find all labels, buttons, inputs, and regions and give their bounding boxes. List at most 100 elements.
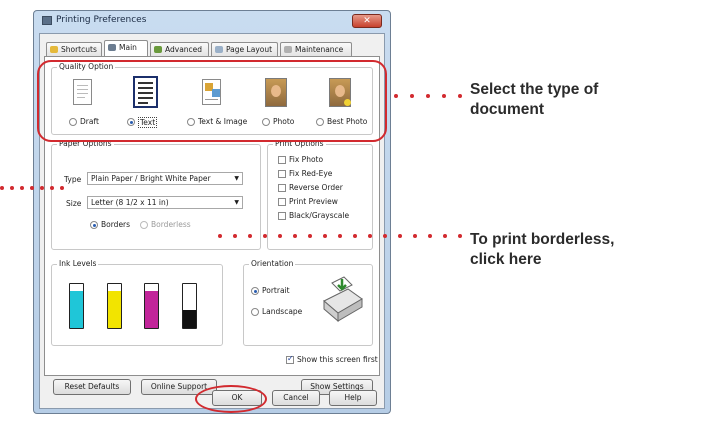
tab-label: Shortcuts <box>61 45 97 54</box>
leader-dot <box>426 94 430 98</box>
leader-dot <box>233 234 237 238</box>
leader-dot <box>278 234 282 238</box>
printer-icon <box>108 44 116 51</box>
ink-level-fill <box>108 290 121 328</box>
leader-dot <box>323 234 327 238</box>
tab-label: Page Layout <box>226 45 273 54</box>
leader-dot <box>263 234 267 238</box>
paper-type-value: Plain Paper / Bright White Paper <box>91 174 211 183</box>
borderless-label: Borderless <box>151 220 191 229</box>
borders-radio[interactable] <box>90 221 98 229</box>
tab-maintenance[interactable]: Maintenance <box>280 42 352 56</box>
annotation-line: To print borderless, <box>470 231 615 248</box>
cancel-button[interactable]: Cancel <box>272 390 320 406</box>
leader-dot <box>248 234 252 238</box>
leader-dot <box>353 234 357 238</box>
size-label: Size <box>66 199 82 208</box>
reverse-order-checkbox[interactable] <box>278 184 286 192</box>
annotation-line: Select the type of <box>470 81 599 98</box>
annotation-line: document <box>470 101 545 118</box>
show-screen-first-checkbox[interactable] <box>286 354 294 364</box>
help-button[interactable]: Help <box>329 390 377 406</box>
leader-dot <box>398 234 402 238</box>
leader-dot <box>10 186 14 190</box>
print-preview-label: Print Preview <box>289 197 338 206</box>
ink-level-fill <box>145 290 158 328</box>
borderless-radio[interactable] <box>140 221 148 229</box>
paper-options-group: Paper Options Type Plain Paper / Bright … <box>51 139 261 250</box>
black-ink-cartridge <box>182 283 197 329</box>
leader-dot <box>60 186 64 190</box>
window-title: Printing Preferences <box>56 15 147 25</box>
leader-dot <box>20 186 24 190</box>
landscape-label: Landscape <box>262 307 303 316</box>
borders-label: Borders <box>101 220 131 229</box>
leader-dot <box>458 94 462 98</box>
leader-dot <box>293 234 297 238</box>
tab-advanced[interactable]: Advanced <box>150 42 209 56</box>
leader-dot <box>383 234 387 238</box>
tab-label: Advanced <box>165 45 203 54</box>
yellow-ink-cartridge <box>107 283 122 329</box>
fix-photo-checkbox[interactable] <box>278 156 286 164</box>
orientation-group: Orientation Portrait Landscape <box>243 259 373 346</box>
chevron-down-icon: ▼ <box>234 175 239 182</box>
leader-dot <box>50 186 54 190</box>
group-label: Ink Levels <box>57 259 99 268</box>
black-grayscale-checkbox[interactable] <box>278 212 286 220</box>
ink-level-fill <box>183 310 196 328</box>
tab-label: Main <box>119 43 137 52</box>
leader-dot <box>413 234 417 238</box>
leader-dot <box>368 234 372 238</box>
close-button[interactable]: ✕ <box>352 14 382 28</box>
leader-dot <box>394 94 398 98</box>
group-label: Orientation <box>249 259 296 268</box>
black-grayscale-label: Black/Grayscale <box>289 211 350 220</box>
leader-dot <box>30 186 34 190</box>
printer-icon <box>42 16 52 25</box>
leader-dot <box>308 234 312 238</box>
leader-dot <box>40 186 44 190</box>
leader-dot <box>0 186 4 190</box>
leader-dot <box>218 234 222 238</box>
fix-red-eye-label: Fix Red-Eye <box>289 169 333 178</box>
tab-main[interactable]: Main <box>104 40 148 57</box>
print-preview-checkbox[interactable] <box>278 198 286 206</box>
reset-defaults-button[interactable]: Reset Defaults <box>53 379 131 395</box>
leader-dot <box>410 94 414 98</box>
leader-dot <box>338 234 342 238</box>
landscape-radio[interactable] <box>251 308 259 316</box>
paper-size-select[interactable]: Letter (8 1/2 x 11 in) ▼ <box>87 196 243 209</box>
page-layout-icon <box>215 46 223 53</box>
ink-level-fill <box>70 290 83 328</box>
leader-dot <box>428 234 432 238</box>
tab-label: Maintenance <box>295 45 344 54</box>
printer-orientation-icon <box>323 276 363 323</box>
ink-levels-group: Ink Levels <box>51 259 223 346</box>
annotation-line: click here <box>470 251 542 268</box>
magenta-ink-cartridge <box>144 283 159 329</box>
advanced-icon <box>154 46 162 53</box>
leader-dot <box>443 234 447 238</box>
leader-dot <box>458 234 462 238</box>
maintenance-icon <box>284 46 292 53</box>
paper-size-value: Letter (8 1/2 x 11 in) <box>91 198 169 207</box>
type-label: Type <box>64 175 82 184</box>
reverse-order-label: Reverse Order <box>289 183 343 192</box>
cyan-ink-cartridge <box>69 283 84 329</box>
tab-page-layout[interactable]: Page Layout <box>211 42 278 56</box>
star-icon <box>50 46 58 53</box>
title-bar: Printing Preferences ✕ <box>34 11 390 31</box>
show-screen-first-label: Show this screen first <box>297 355 378 364</box>
borderless-annotation: To print borderless, click here <box>470 230 614 270</box>
portrait-radio[interactable] <box>251 287 259 295</box>
paper-type-select[interactable]: Plain Paper / Bright White Paper ▼ <box>87 172 243 185</box>
print-options-group: Print Options Fix Photo Fix Red-Eye Reve… <box>267 139 373 250</box>
leader-dot <box>442 94 446 98</box>
fix-red-eye-checkbox[interactable] <box>278 170 286 178</box>
chevron-down-icon: ▼ <box>234 199 239 206</box>
fix-photo-label: Fix Photo <box>289 155 324 164</box>
tab-shortcuts[interactable]: Shortcuts <box>46 42 102 56</box>
quality-annotation: Select the type of document <box>470 80 598 120</box>
quality-option-highlight <box>37 60 387 142</box>
